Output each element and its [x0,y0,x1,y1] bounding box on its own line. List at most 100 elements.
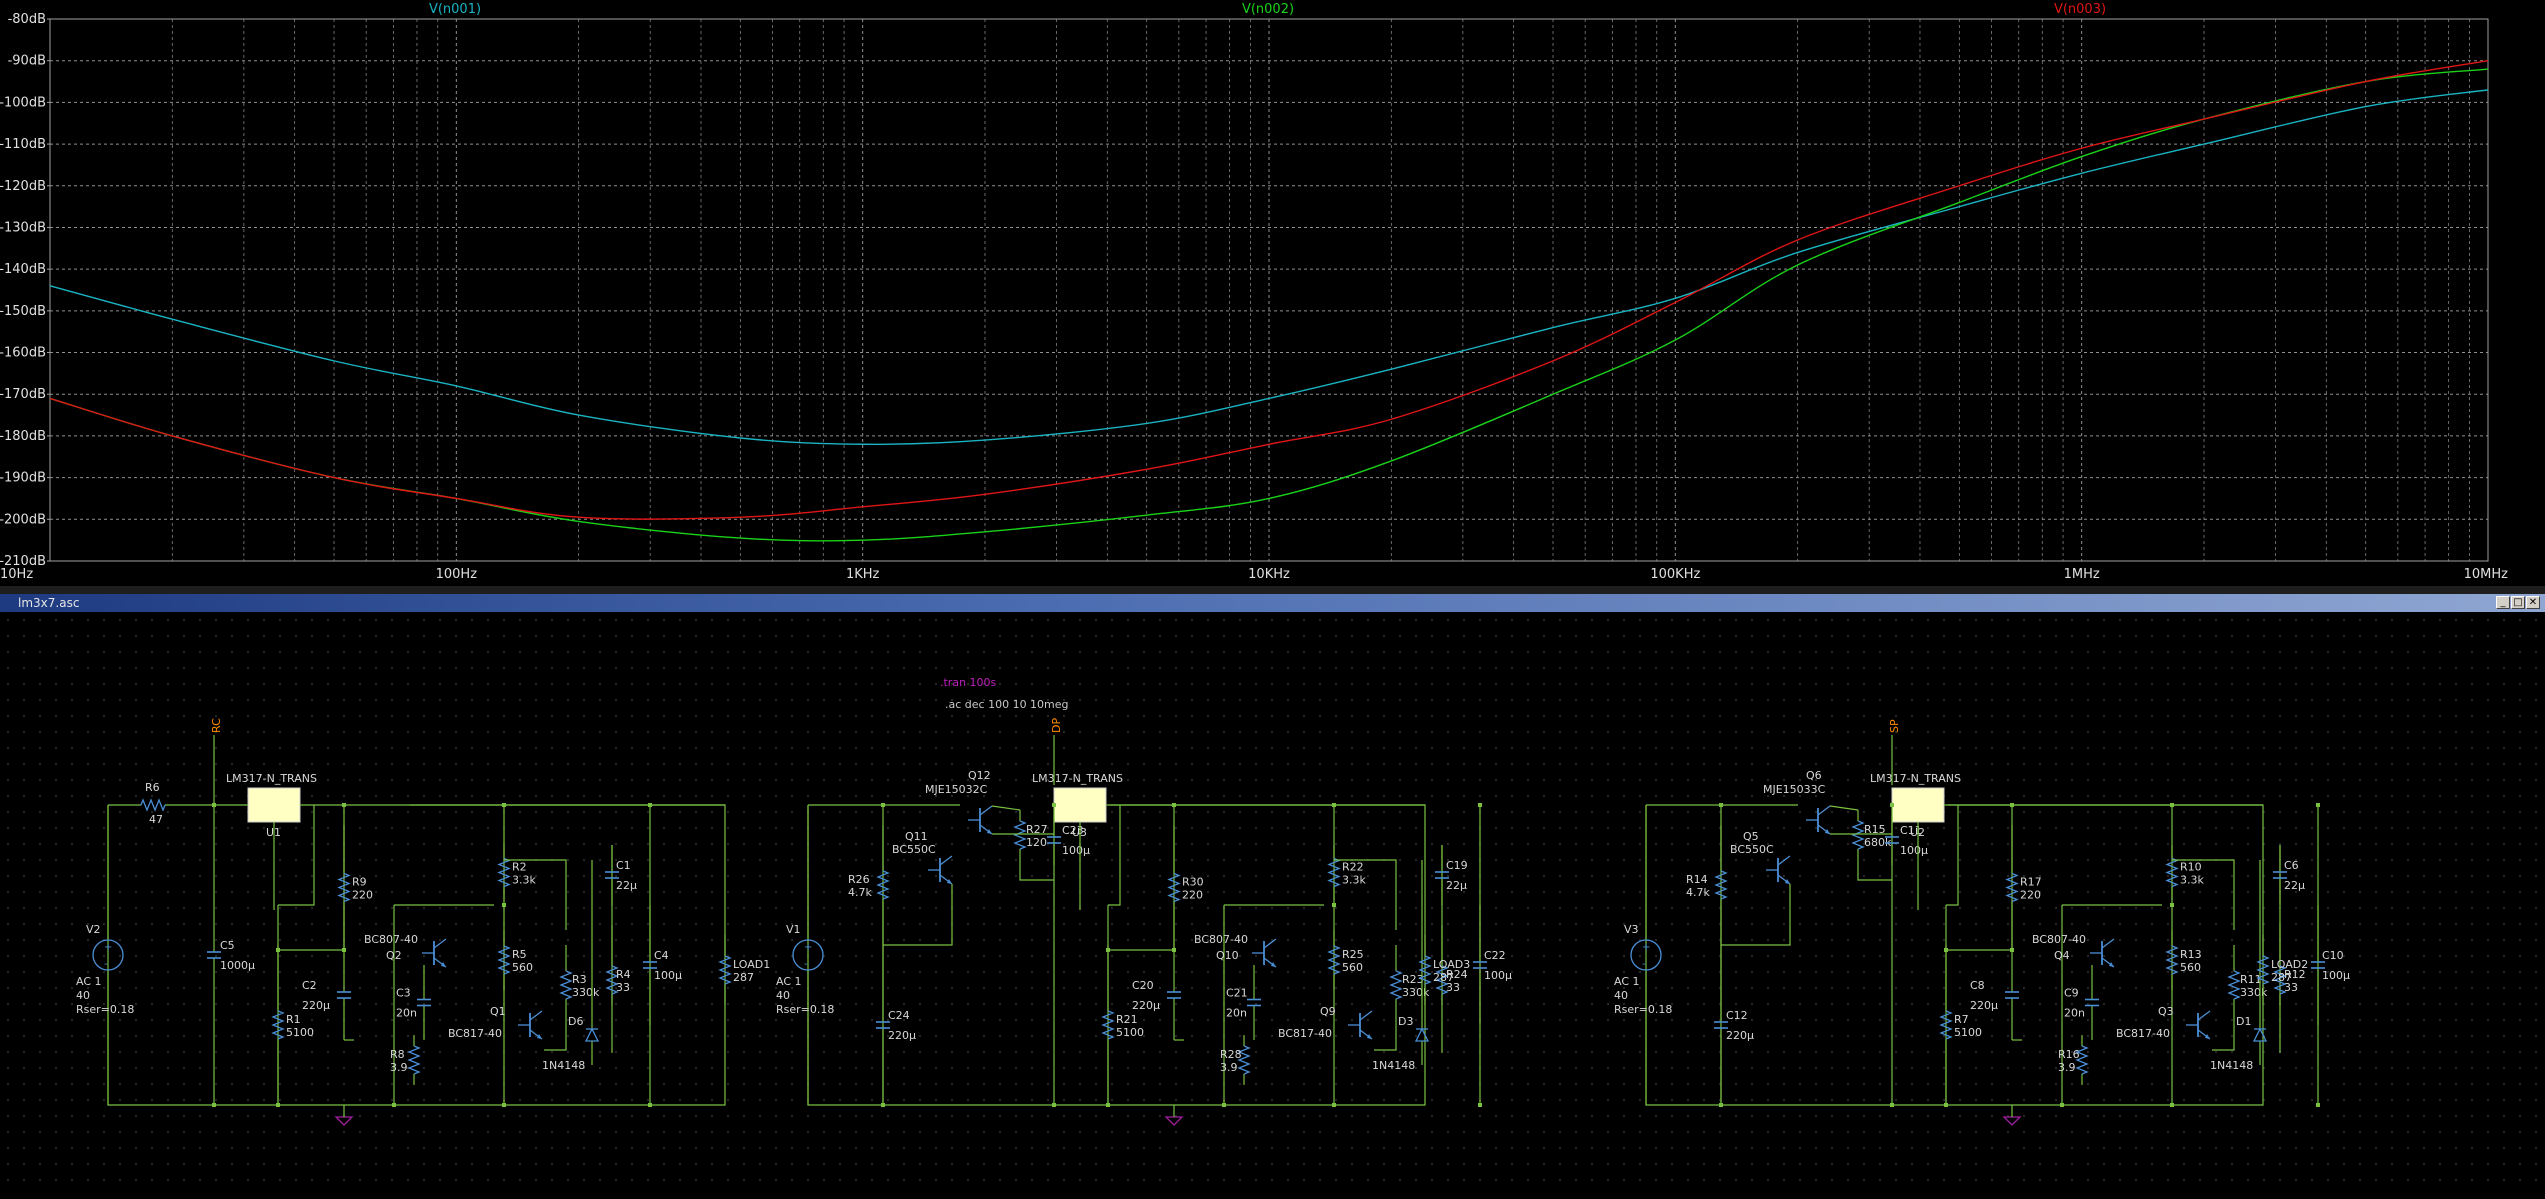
capacitor-ref: C8 [1970,979,1985,992]
schematic-canvas[interactable]: .tran 100s.ac dec 100 10 10meg+-V2AC 140… [0,612,2545,1195]
resistor-symbol [140,798,166,812]
junction [2060,1103,2064,1107]
wire [1374,1025,1397,1051]
resistor-value: 220 [2020,889,2041,902]
junction [1172,948,1176,952]
x-tick-label: 10Hz [0,567,33,582]
source-line1: AC 1 [76,975,102,988]
junction [1332,1103,1336,1107]
pane-splitter[interactable] [0,586,2545,594]
pnp-model: BC807-40 [364,933,418,946]
restore-button[interactable]: □ [2511,596,2525,609]
diode-ref: D3 [1398,1015,1413,1028]
transistor-collector [1263,938,1277,949]
junction [1332,803,1336,807]
source-line2: 40 [1614,989,1628,1002]
regulator-model: LM317-N_TRANS [1870,772,1961,785]
junction [2316,803,2320,807]
resistor-value: 560 [1342,961,1363,974]
source-plus: + [804,942,812,953]
capacitor-ref: C12 [1726,1009,1748,1022]
capacitor-ref: C19 [1446,859,1468,872]
junction [392,1103,396,1107]
transistor-collector [529,1010,543,1021]
driver-transistor-model: BC550C [1730,843,1774,856]
resistor-value: 120 [1026,836,1047,849]
transistor-collector [939,855,953,866]
source-line3: Rser=0.18 [1614,1003,1672,1016]
resistor-ref: R22 [1342,861,1364,874]
capacitor-value: 100µ [1900,844,1928,857]
pnp-ref: Q4 [2054,949,2070,962]
driver-transistor-ref: Q5 [1743,830,1759,843]
regulator-body [1053,787,1107,823]
capacitor-ref: C3 [396,987,411,1000]
y-tick-label: -80dB [8,12,46,27]
junction [2170,803,2174,807]
pnp-model: BC807-40 [2032,933,2086,946]
resistor-value: 33 [616,981,630,994]
schematic-editor[interactable]: .tran 100s .ac dec 100 10 10meg + - V2 AC 1 40… [0,612,2545,1195]
transistor-collector [2197,1010,2211,1021]
source-minus: - [804,959,808,970]
capacitor-value: 1000µ [220,959,255,972]
transistor-arrow [2109,962,2114,967]
transistor-collector [433,938,447,949]
resistor-ref: LOAD3 [1433,958,1470,971]
tran-directive: .tran 100s [940,676,997,689]
bode-plot[interactable]: -80dB -90dB -100dB -110dB -120dB -130dB -140dB… [0,0,2545,590]
capacitor-value: 220µ [888,1029,916,1042]
y-tick-label: -90dB [8,54,46,69]
resistor-value: 560 [512,961,533,974]
transistor-arrow [947,879,952,884]
junction [212,1103,216,1107]
capacitor-value: 220µ [1970,999,1998,1012]
capacitor-value: 100µ [1484,969,1512,982]
resistor-value: 5100 [1954,1026,1982,1039]
resistor-value: 3.9 [390,1061,408,1074]
diode-model: 1N4148 [2210,1059,2253,1072]
capacitor-value: 22µ [616,879,637,892]
pass-transistor-model: MJE15033C [1763,783,1826,796]
resistor-ref: R4 [616,968,631,981]
y-tick-label: -190dB [0,471,46,486]
junction [1944,1103,1948,1107]
wire [1946,805,1959,906]
resistor-symbol [559,970,573,1000]
regulator-model: LM317-N_TRANS [1032,772,1123,785]
resistor-value: 287 [1433,971,1454,984]
capacitor-value: 220µ [1726,1029,1754,1042]
source-plus: + [1642,942,1650,953]
wire [991,805,1021,811]
resistor-value: 287 [733,971,754,984]
capacitor-ref: C6 [2284,859,2299,872]
resistor-ref: R3 [572,973,587,986]
junction [1890,803,1894,807]
resistor-ref: R17 [2020,876,2042,889]
schematic-title: lm3x7.asc [18,596,80,610]
capacitor-ref: C1 [616,859,631,872]
resistor-ref: R6 [145,781,160,794]
y-tick-label: -140dB [0,262,46,277]
driver-transistor-model: BC550C [892,843,936,856]
resistor-ref: LOAD1 [733,958,770,971]
resistor-value: 5100 [286,1026,314,1039]
transistor-collector [1359,1010,1373,1021]
close-button[interactable]: ✕ [2526,596,2540,609]
capacitor-value: 100µ [654,969,682,982]
source-line3: Rser=0.18 [776,1003,834,1016]
transistor-collector [1777,855,1791,866]
schematic-titlebar[interactable]: lm3x7.asc _ □ ✕ [0,594,2545,612]
npn-ref: Q3 [2158,1005,2174,1018]
junction [1478,803,1482,807]
resistor-ref: R14 [1686,873,1708,886]
regulator-model: LM317-N_TRANS [226,772,317,785]
waveform-viewer[interactable]: -80dB -90dB -100dB -110dB -120dB -130dB -140dB… [0,0,2545,590]
junction [1332,903,1336,907]
y-tick-label: -100dB [0,95,46,110]
resistor-symbol [1013,820,1027,850]
diode-ref: D1 [2236,1015,2251,1028]
minimize-button[interactable]: _ [2496,596,2510,609]
capacitor-ref: C4 [654,949,669,962]
resistor-ref: R1 [286,1013,301,1026]
